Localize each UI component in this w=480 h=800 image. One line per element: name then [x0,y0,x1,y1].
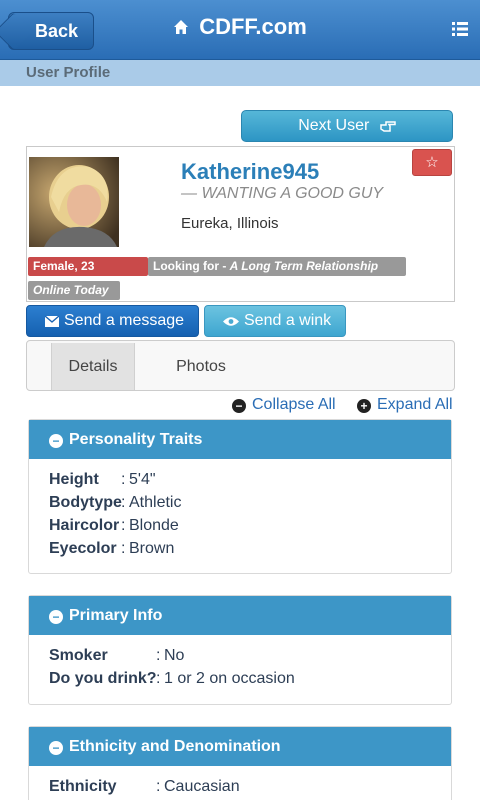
profile-location: Eureka, Illinois [181,215,279,232]
detail-label: Smoker [49,647,108,664]
expand-all-link[interactable]: + Expand All [357,396,453,414]
detail-row: Smoker: No [49,647,185,664]
send-message-button[interactable]: Send a message [26,305,199,337]
detail-label: Bodytype [49,494,122,511]
send-wink-label: Send a wink [244,312,332,329]
expand-all-label: Expand All [377,396,453,413]
section-personality-traits: − Personality Traits Height:5'4" Bodytype… [28,419,452,574]
profile-avatar[interactable] [29,157,119,247]
profile-tagline: — WANTING A GOOD GUY [181,185,384,202]
section-header[interactable]: − Primary Info [29,596,451,635]
detail-value: Athletic [129,494,182,511]
section-title: Primary Info [69,607,163,624]
star-icon: ☆ [425,154,439,171]
section-header[interactable]: − Ethnicity and Denomination [29,727,451,766]
detail-value: 5'4" [129,471,156,488]
detail-value: 1 or 2 on occasion [164,670,295,687]
profile-tabs: Details Photos [26,340,455,391]
collapse-all-link[interactable]: − Collapse All [232,396,336,414]
send-message-label: Send a message [64,312,185,329]
detail-row: Do you drink?:1 or 2 on occasion [49,670,295,687]
looking-for-badge: Looking for - A Long Term Relationship [148,257,406,276]
detail-row: Bodytype: Athletic [49,494,182,511]
section-primary-info: − Primary Info Smoker: No Do you drink?:1 … [28,595,452,705]
envelope-icon [44,315,60,327]
looking-for-value: A Long Term Relationship [229,259,379,273]
section-header[interactable]: − Personality Traits [29,420,451,459]
tab-photos[interactable]: Photos [167,343,235,390]
detail-row: Ethnicity: Caucasian [49,778,240,795]
eye-icon [223,317,239,326]
gender-age-badge: Female, 23 [28,257,148,276]
favorite-button[interactable]: ☆ [412,149,452,176]
section-title: Personality Traits [69,431,203,448]
profile-card: Katherine945 — WANTING A GOOD GUY Eureka… [26,146,455,302]
detail-value: Blonde [129,517,179,534]
tab-details[interactable]: Details [51,343,135,390]
detail-label: Do you drink? [49,670,157,687]
profile-username[interactable]: Katherine945 [181,159,319,185]
brand-text: CDFF.com [199,14,307,39]
detail-row: Haircolor: Blonde [49,517,179,534]
next-user-button[interactable]: Next User [241,110,453,142]
next-user-label: Next User [298,117,370,134]
detail-value: Brown [129,540,175,557]
minus-circle-icon: − [49,434,63,448]
detail-label: Height [49,471,99,488]
section-ethnicity-denomination: − Ethnicity and Denomination Ethnicity: Ca… [28,726,452,800]
pointing-hand-icon [380,121,396,132]
detail-value: Caucasian [164,778,240,795]
minus-circle-icon: − [49,610,63,624]
menu-icon[interactable] [452,22,468,36]
send-wink-button[interactable]: Send a wink [204,305,346,337]
detail-value: No [164,647,185,664]
brand-title[interactable]: CDFF.com [0,14,480,40]
page-subheader: User Profile [0,60,480,86]
minus-circle-icon: − [232,399,246,413]
minus-circle-icon: − [49,741,63,755]
online-status-badge: Online Today [28,281,120,300]
app-header: Back CDFF.com [0,0,480,60]
looking-for-prefix: Looking for - [153,259,230,273]
section-title: Ethnicity and Denomination [69,738,281,755]
detail-label: Ethnicity [49,778,117,795]
detail-label: Eyecolor [49,540,117,557]
home-icon [174,20,189,34]
detail-row: Height:5'4" [49,471,156,488]
plus-circle-icon: + [357,399,371,413]
detail-label: Haircolor [49,517,120,534]
detail-row: Eyecolor: Brown [49,540,175,557]
collapse-all-label: Collapse All [252,396,336,413]
